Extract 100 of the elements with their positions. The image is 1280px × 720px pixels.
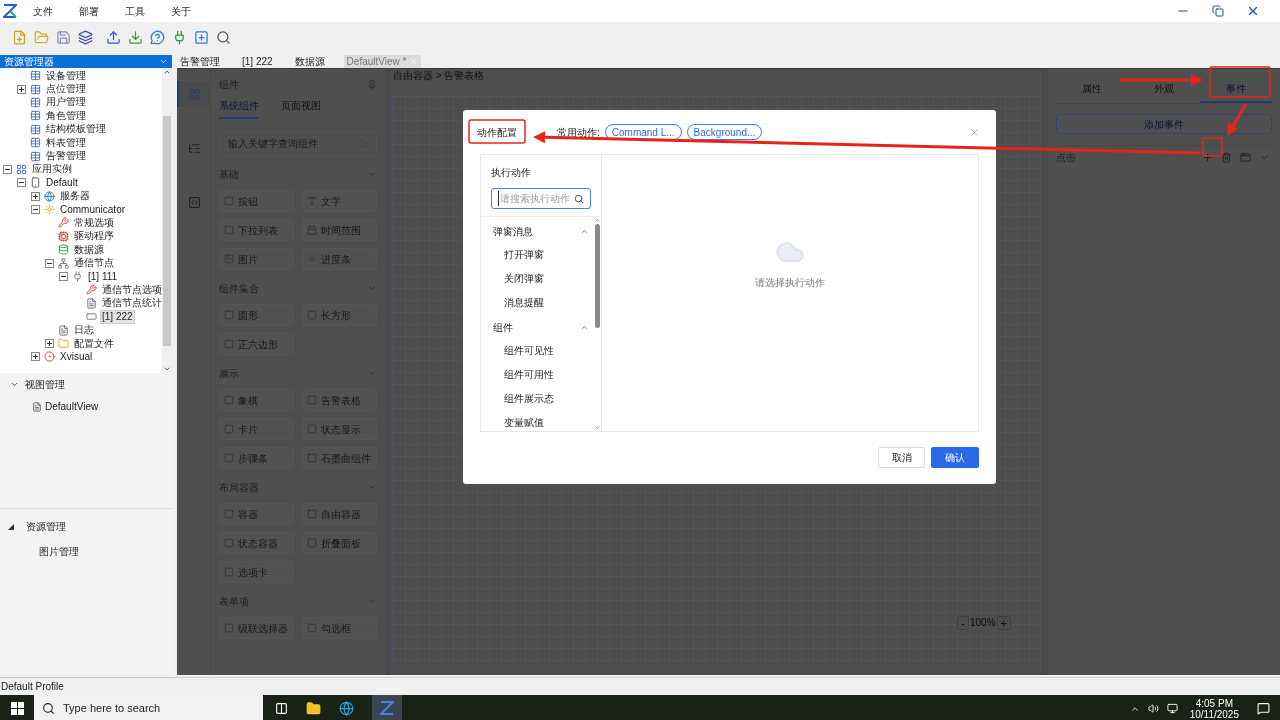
download-icon[interactable] [128, 29, 143, 45]
action-item[interactable]: 打开弹窗 [493, 243, 593, 267]
tree-item[interactable]: [1] 222 [100, 309, 135, 324]
document-tab[interactable]: [1] 222 [239, 55, 276, 68]
add-icon[interactable] [194, 29, 209, 45]
clock-time[interactable]: 4:05 PM [1195, 697, 1233, 709]
taskbar-search-field[interactable]: Type here to search [34, 695, 263, 720]
document-tab[interactable]: 告警管理 [177, 55, 223, 68]
file-explorer-icon[interactable] [306, 701, 321, 716]
expand-toggle[interactable] [17, 84, 26, 94]
scrollbar[interactable] [162, 68, 172, 373]
scroll-up-icon[interactable] [593, 217, 601, 224]
upload-icon[interactable] [106, 29, 121, 45]
stack-icon[interactable] [78, 29, 93, 45]
help-icon[interactable] [150, 29, 165, 45]
document-tab[interactable]: DefaultView * [343, 55, 422, 68]
component-icon [307, 196, 317, 206]
task-view-icon[interactable] [275, 702, 288, 715]
chevron-down-icon[interactable] [10, 380, 19, 389]
menu-item[interactable]: 关于 [169, 3, 193, 19]
windows-logo-icon[interactable] [10, 702, 24, 715]
scrollbar-thumb[interactable] [594, 224, 600, 328]
component-icon [224, 424, 234, 434]
scroll-down-icon[interactable] [163, 365, 171, 373]
add-icon[interactable] [1202, 151, 1213, 163]
action-item[interactable]: 组件可用性 [493, 363, 593, 387]
document-tab[interactable]: 数据源 [291, 55, 328, 68]
menu-item[interactable]: 部署 [77, 3, 101, 19]
browser-icon[interactable] [339, 701, 354, 716]
scrollbar-thumb[interactable] [163, 116, 171, 346]
highlight-box [1202, 137, 1223, 157]
action-item[interactable]: 消息提醒 [493, 291, 593, 315]
clock-date[interactable]: 10/11/2025 [1189, 708, 1239, 720]
search-icon [574, 193, 584, 204]
cancel-button[interactable]: 取消 [878, 447, 925, 468]
action-group-title[interactable]: 弹窗消息 [493, 223, 533, 239]
collapse-toggle[interactable] [3, 164, 12, 174]
tree-item[interactable]: 应用实例 [30, 162, 74, 177]
speaker-icon[interactable] [1147, 703, 1159, 714]
notifications-icon[interactable] [1257, 702, 1270, 715]
dropdown-icon[interactable] [159, 57, 168, 66]
tree-item[interactable]: 结构模板管理 [44, 122, 108, 137]
tree-item[interactable]: 常规选项 [72, 216, 116, 230]
folder-icon[interactable] [34, 29, 49, 45]
network-icon[interactable] [1166, 703, 1178, 714]
tree-item[interactable]: 告警管理 [44, 149, 88, 164]
collapse-toggle[interactable] [45, 258, 54, 268]
view-item[interactable]: DefaultView [45, 399, 99, 414]
tree-item[interactable]: 点位管理 [44, 82, 88, 97]
collapse-toggle[interactable] [31, 205, 40, 215]
tree-item[interactable]: 服务器 [58, 189, 92, 204]
window-icon[interactable] [1240, 151, 1251, 163]
collapse-toggle[interactable] [17, 178, 26, 188]
action-group-title[interactable]: 组件 [493, 319, 513, 335]
tree-item[interactable]: 通信节点 [72, 256, 116, 271]
menu-item[interactable]: 工具 [123, 3, 147, 19]
highlight-box [468, 119, 526, 144]
tree-item[interactable]: 配置文件 [72, 336, 116, 351]
component-icon [307, 395, 317, 405]
action-item[interactable]: 关闭弹窗 [493, 267, 593, 291]
taskbar-app-button[interactable] [372, 695, 402, 720]
close-icon[interactable] [1246, 4, 1260, 18]
tree-item[interactable]: Xvisual [58, 349, 95, 364]
expander-icon[interactable] [8, 523, 14, 530]
section-title[interactable]: 视图管理 [25, 377, 65, 392]
action-item[interactable]: 组件展示态 [493, 387, 593, 411]
tree-item[interactable]: 角色管理 [44, 108, 88, 123]
tree-item[interactable]: 通信节点统计 [100, 296, 162, 311]
menu-item[interactable]: 文件 [31, 3, 55, 19]
tree-item[interactable]: 料表管理 [44, 135, 88, 150]
scrollbar[interactable] [593, 217, 601, 431]
grid-icon [16, 163, 27, 175]
search-icon[interactable] [216, 29, 231, 45]
tree-item[interactable]: 数据源 [72, 242, 106, 257]
restore-icon[interactable] [1212, 5, 1224, 17]
view-icon [32, 401, 42, 412]
scroll-up-icon[interactable] [163, 68, 171, 76]
tree-item[interactable]: 通信节点选项 [100, 282, 162, 297]
tree-item[interactable]: 日志 [72, 323, 96, 338]
section-title[interactable]: 资源管理 [26, 519, 66, 534]
tree-item[interactable]: 设备管理 [44, 68, 88, 83]
tree-item[interactable]: 驱动程序 [72, 229, 116, 244]
expand-toggle[interactable] [31, 191, 40, 201]
new-file-icon[interactable] [12, 29, 27, 45]
action-item[interactable]: 变量赋值 [493, 411, 593, 431]
expand-toggle[interactable] [45, 339, 54, 348]
tree-item[interactable]: 用户管理 [44, 95, 88, 110]
save-icon[interactable] [56, 29, 71, 45]
tree-item[interactable]: Default [44, 175, 80, 190]
table-icon [30, 83, 41, 95]
tree-item[interactable]: [1] 111 [86, 269, 120, 284]
expand-toggle[interactable] [31, 352, 40, 362]
tree-item[interactable]: Communicator [58, 202, 128, 217]
resource-item[interactable]: 图片管理 [8, 544, 164, 559]
plug-icon[interactable] [172, 29, 187, 45]
action-item[interactable]: 组件可见性 [493, 339, 593, 363]
collapse-toggle[interactable] [59, 272, 68, 282]
scroll-down-icon[interactable] [593, 424, 601, 431]
trash-icon[interactable] [1221, 151, 1232, 163]
confirm-button[interactable]: 确认 [931, 447, 979, 468]
